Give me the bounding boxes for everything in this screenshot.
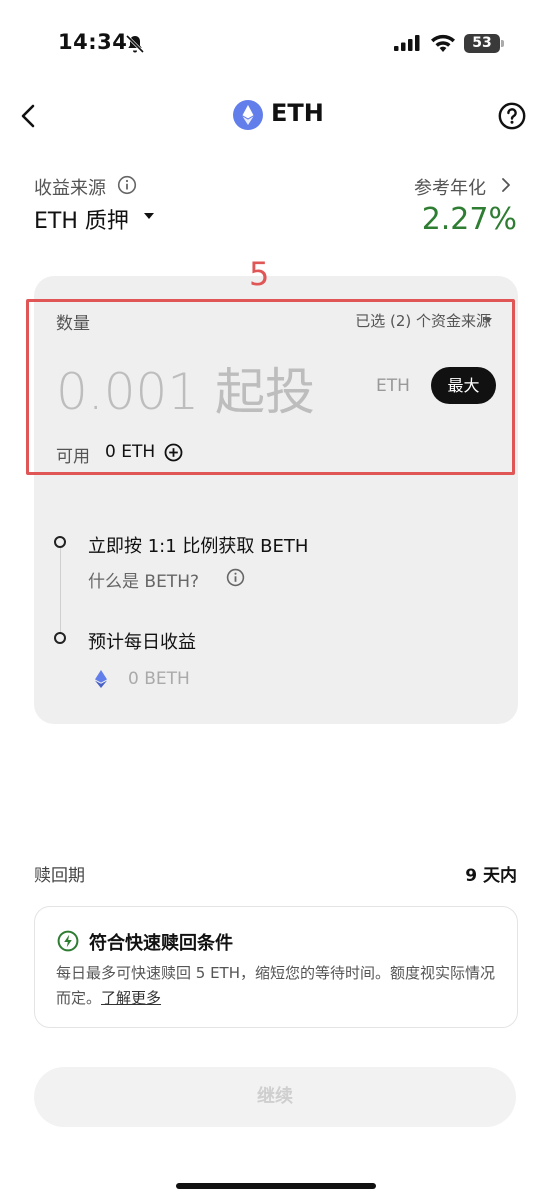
amount-label: 数量 <box>56 314 90 334</box>
chevron-right-icon[interactable] <box>500 176 512 194</box>
annotation-number: 5 <box>249 255 270 293</box>
timeline-dot <box>54 536 66 548</box>
apy-label[interactable]: 参考年化 <box>414 174 486 200</box>
apy-value: 2.27% <box>421 202 517 237</box>
timeline-dot <box>54 632 66 644</box>
bell-off-icon <box>125 34 145 54</box>
step-beth-conversion: 立即按 1:1 比例获取 BETH <box>88 536 309 557</box>
bolt-icon <box>57 930 79 952</box>
fast-redeem-description: 每日最多可快速赎回 5 ETH，缩短您的等待时间。额度视实际情况而定。了解更多 <box>56 961 506 1011</box>
available-value: 0 ETH <box>105 442 156 462</box>
page-title: ETH <box>271 99 324 127</box>
plus-circle-icon[interactable] <box>164 443 183 462</box>
redemption-label: 赎回期 <box>34 866 85 886</box>
max-button[interactable]: 最大 <box>431 367 496 404</box>
continue-button[interactable]: 继续 <box>34 1067 516 1127</box>
unit-label: ETH <box>376 376 410 396</box>
learn-more-link[interactable]: 了解更多 <box>101 989 161 1007</box>
battery-cap <box>501 40 504 47</box>
timeline-line <box>60 548 61 636</box>
source-label: 收益来源 <box>34 178 106 199</box>
info-icon[interactable] <box>117 175 137 195</box>
source-dropdown[interactable]: ETH 质押 <box>34 203 129 235</box>
fast-redeem-title: 符合快速赎回条件 <box>89 933 233 954</box>
signal-icon <box>394 35 420 51</box>
wifi-icon <box>431 34 455 52</box>
fund-sources-selector[interactable]: 已选 (2) 个资金来源 <box>355 310 491 331</box>
what-is-beth-link[interactable]: 什么是 BETH? <box>88 567 199 592</box>
available-label: 可用 <box>56 447 90 467</box>
back-icon[interactable] <box>14 100 44 132</box>
redemption-value: 9 天内 <box>465 866 517 886</box>
caret-down-icon[interactable] <box>144 213 154 219</box>
status-time: 14:34 <box>58 30 128 54</box>
caret-down-icon[interactable] <box>484 318 492 323</box>
help-icon[interactable] <box>498 102 526 130</box>
eth-logo-icon <box>233 100 263 130</box>
daily-earnings-value: 0 BETH <box>128 669 190 689</box>
amount-input[interactable]: 0.001 起投 <box>56 352 315 424</box>
battery-icon: 53 <box>464 34 500 53</box>
home-indicator <box>176 1183 376 1189</box>
step-daily-earnings: 预计每日收益 <box>88 632 196 653</box>
info-icon[interactable] <box>226 568 245 587</box>
beth-icon <box>95 670 107 688</box>
